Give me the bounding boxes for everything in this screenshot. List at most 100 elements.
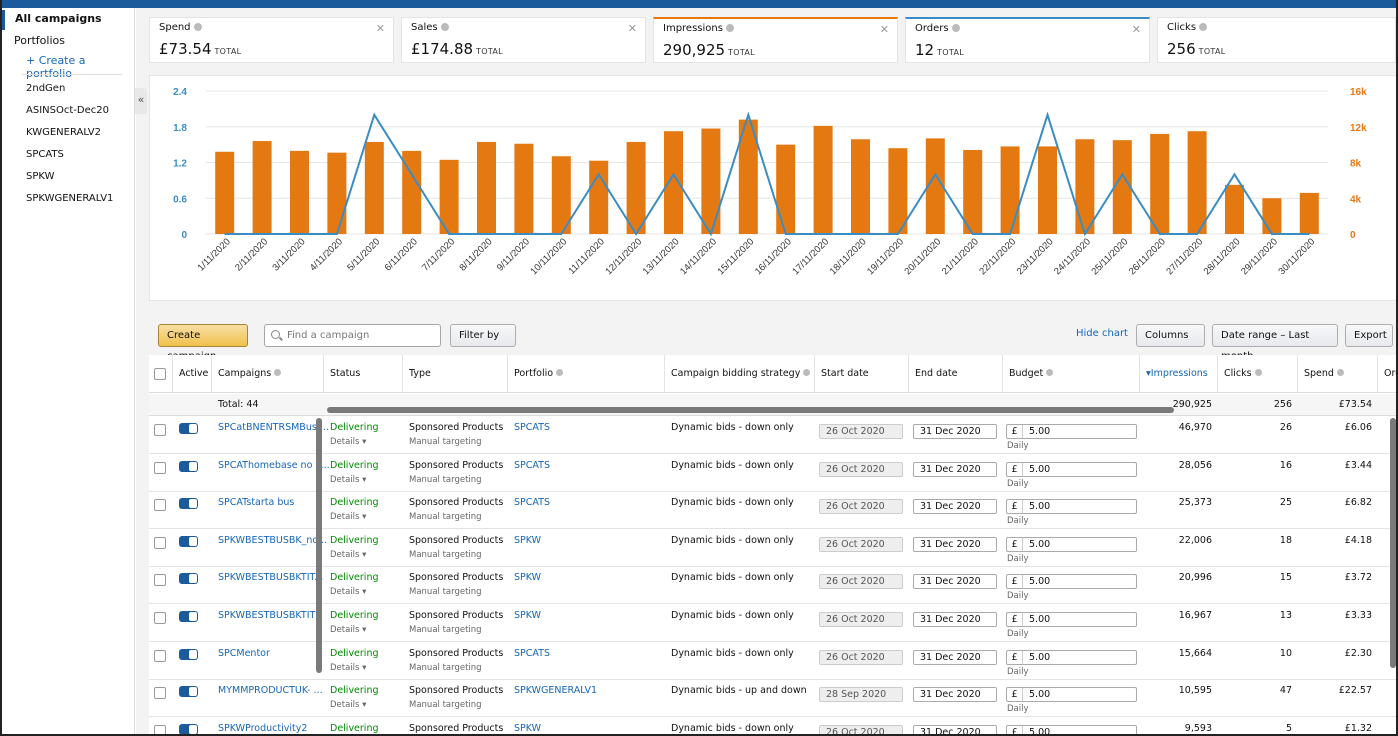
details-dropdown[interactable]: Details ▾	[330, 512, 366, 522]
filter-by-dropdown[interactable]: Filter by ⌄	[450, 324, 516, 362]
metric-card-clicks[interactable]: Clicks 256 TOTAL	[1157, 17, 1396, 63]
info-icon[interactable]	[440, 23, 449, 31]
horizontal-scrollbar[interactable]	[327, 407, 1174, 413]
budget-input[interactable]: £5.00	[1006, 649, 1137, 665]
campaign-link[interactable]: SPCatBNENTRSMBus ...	[218, 422, 329, 433]
metric-card-sales[interactable]: Sales £174.88 TOTAL ✕	[401, 17, 646, 63]
campaign-link[interactable]: SPKWBESTBUSBKTIT...	[218, 572, 323, 583]
campaign-link[interactable]: SPKWBESTBUSBKTIT3	[218, 610, 321, 621]
active-toggle[interactable]	[179, 648, 198, 660]
details-dropdown[interactable]: Details ▾	[330, 437, 366, 447]
collapse-sidebar-button[interactable]: «	[135, 88, 147, 114]
info-icon[interactable]	[951, 24, 960, 32]
details-dropdown[interactable]: Details ▾	[330, 475, 366, 485]
sidebar-item-portfolio[interactable]: SPKWGENERALV1	[26, 193, 113, 204]
budget-input[interactable]: £5.00	[1006, 574, 1137, 590]
portfolio-link[interactable]: SPCATS	[514, 422, 550, 433]
end-date-input[interactable]: 31 Dec 2020	[913, 612, 997, 627]
campaign-link[interactable]: SPCAThomebase no c...	[218, 460, 330, 471]
budget-input[interactable]: £5.00	[1006, 461, 1137, 477]
header-orders[interactable]: Ord	[1378, 355, 1398, 393]
portfolio-link[interactable]: SPCATS	[514, 460, 550, 471]
campaign-column-scrollbar[interactable]	[316, 418, 322, 673]
row-checkbox[interactable]	[154, 536, 166, 549]
close-icon[interactable]: ✕	[376, 22, 385, 35]
budget-input[interactable]: £5.00	[1006, 424, 1137, 439]
active-toggle[interactable]	[179, 423, 198, 434]
header-portfolio[interactable]: Portfolio	[508, 355, 665, 393]
info-icon[interactable]	[725, 24, 734, 32]
end-date-input[interactable]: 31 Dec 2020	[913, 461, 997, 477]
row-checkbox[interactable]	[154, 574, 166, 587]
sidebar-item-portfolio[interactable]: SPCATS	[26, 149, 64, 160]
row-checkbox[interactable]	[154, 649, 166, 662]
metric-card-spend[interactable]: Spend £73.54 TOTAL ✕	[149, 17, 394, 63]
info-icon[interactable]	[274, 369, 282, 376]
campaign-link[interactable]: SPKWBESTBUSBK_no...	[218, 535, 327, 546]
end-date-input[interactable]: 31 Dec 2020	[913, 649, 997, 665]
info-icon[interactable]	[556, 369, 564, 376]
portfolio-link[interactable]: SPCATS	[514, 497, 550, 508]
info-icon[interactable]	[1254, 369, 1262, 376]
details-dropdown[interactable]: Details ▾	[330, 663, 366, 673]
info-icon[interactable]	[1336, 369, 1344, 376]
end-date-input[interactable]: 31 Dec 2020	[913, 499, 997, 515]
create-campaign-button[interactable]: Create campaign	[158, 324, 248, 362]
sidebar-item-all-campaigns[interactable]: All campaigns	[2, 10, 135, 30]
row-checkbox[interactable]	[154, 687, 166, 700]
row-checkbox[interactable]	[154, 424, 166, 436]
close-icon[interactable]: ✕	[1132, 23, 1141, 36]
end-date-input[interactable]: 31 Dec 2020	[913, 574, 997, 590]
portfolio-link[interactable]: SPKWGENERALV1	[514, 685, 597, 696]
row-checkbox[interactable]	[154, 461, 166, 474]
search-input[interactable]: Find a campaign	[264, 324, 441, 347]
active-toggle[interactable]	[179, 686, 198, 698]
hide-chart-link[interactable]: Hide chart	[1076, 328, 1128, 339]
portfolio-link[interactable]: SPKW	[514, 610, 541, 621]
select-all-checkbox[interactable]	[154, 368, 166, 380]
end-date-input[interactable]: 31 Dec 2020	[913, 424, 997, 439]
metric-card-orders[interactable]: Orders 12 TOTAL ✕	[905, 17, 1150, 63]
details-dropdown[interactable]: Details ▾	[330, 700, 366, 710]
close-icon[interactable]: ✕	[880, 23, 889, 36]
active-toggle[interactable]	[179, 460, 198, 472]
info-icon[interactable]	[193, 23, 202, 31]
campaign-link[interactable]: SPCATstarta bus	[218, 497, 294, 508]
portfolio-link[interactable]: SPCATS	[514, 648, 550, 659]
header-start-date[interactable]: Start date	[815, 355, 909, 393]
details-dropdown[interactable]: Details ▾	[330, 625, 366, 635]
active-toggle[interactable]	[179, 498, 198, 510]
header-clicks[interactable]: Clicks	[1218, 355, 1298, 393]
header-status[interactable]: Status	[324, 355, 403, 393]
header-bidding-strategy[interactable]: Campaign bidding strategy	[665, 355, 815, 393]
active-toggle[interactable]	[179, 535, 198, 547]
info-icon[interactable]	[1046, 369, 1054, 376]
sidebar-portfolios-heading[interactable]: Portfolios	[14, 34, 65, 47]
header-campaigns[interactable]: Campaigns	[212, 355, 324, 393]
info-icon[interactable]	[1199, 23, 1208, 31]
header-impressions[interactable]: ▾Impressions	[1140, 355, 1218, 414]
budget-input[interactable]: £5.00	[1006, 499, 1137, 515]
budget-input[interactable]: £5.00	[1006, 612, 1137, 627]
portfolio-link[interactable]: SPKW	[514, 535, 541, 546]
details-dropdown[interactable]: Details ▾	[330, 550, 366, 560]
header-end-date[interactable]: End date	[909, 355, 1003, 393]
active-toggle[interactable]	[179, 611, 198, 622]
metric-card-impressions[interactable]: Impressions 290,925 TOTAL ✕	[653, 17, 898, 63]
row-checkbox[interactable]	[154, 499, 166, 512]
header-active[interactable]: Active	[173, 355, 212, 393]
end-date-input[interactable]: 31 Dec 2020	[913, 536, 997, 552]
budget-input[interactable]: £5.00	[1006, 536, 1137, 552]
export-button[interactable]: Export	[1345, 324, 1393, 347]
campaign-link[interactable]: MYMMPRODUCTUK- ...	[218, 685, 323, 696]
header-type[interactable]: Type	[403, 355, 508, 393]
sidebar-item-portfolio[interactable]: 2ndGen	[26, 83, 65, 94]
close-icon[interactable]: ✕	[628, 22, 637, 35]
header-budget[interactable]: Budget	[1003, 355, 1140, 393]
portfolio-link[interactable]: SPKW	[514, 723, 541, 734]
create-portfolio-link[interactable]: + Create a portfolio	[26, 54, 134, 80]
portfolio-link[interactable]: SPKW	[514, 572, 541, 583]
info-icon[interactable]	[803, 369, 811, 376]
campaign-link[interactable]: SPCMentor	[218, 648, 270, 659]
sidebar-item-portfolio[interactable]: KWGENERALV2	[26, 127, 101, 138]
